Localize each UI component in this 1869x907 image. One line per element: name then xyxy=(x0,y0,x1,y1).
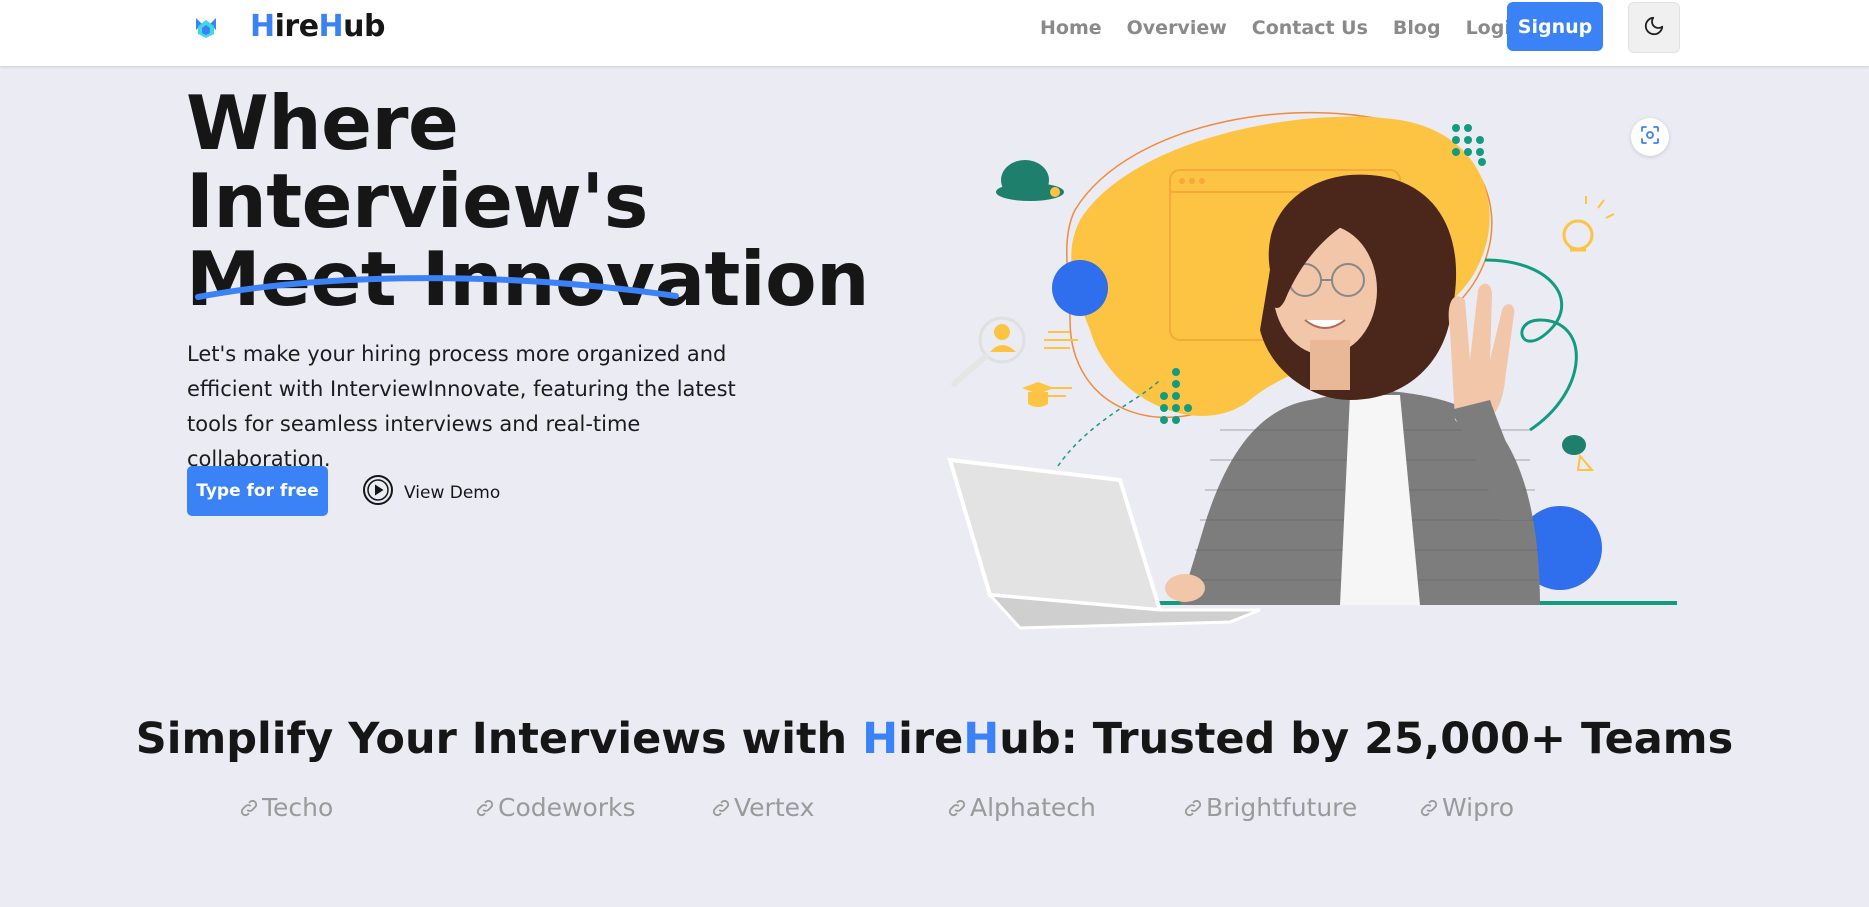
moon-icon xyxy=(1643,15,1665,41)
company-name: Techo xyxy=(262,793,334,822)
company-name: Codeworks xyxy=(498,793,636,822)
trusted-brand-h2: H xyxy=(963,714,1000,764)
focus-scan-icon xyxy=(1640,125,1660,149)
hero-description: Let's make your hiring process more orga… xyxy=(187,342,736,471)
link-icon xyxy=(948,799,966,816)
link-icon xyxy=(1420,799,1438,816)
company-name: Alphatech xyxy=(970,793,1096,822)
link-icon xyxy=(476,799,494,816)
title-underline-decoration xyxy=(195,275,679,300)
type-for-free-button[interactable]: Type for free xyxy=(187,466,328,516)
trusted-prefix: Simplify Your Interviews with xyxy=(135,714,863,764)
trusted-suffix: ub: Trusted by 25,000+ Teams xyxy=(999,714,1734,764)
link-icon xyxy=(712,799,730,816)
trusted-heading: Simplify Your Interviews with HireHub: T… xyxy=(0,714,1869,764)
brand-ub: ub xyxy=(343,9,385,44)
nav-links: Home Overview Contact Us Blog Login xyxy=(1040,15,1549,41)
company-alphatech: Alphatech xyxy=(946,793,1096,822)
nav-link-home[interactable]: Home xyxy=(1040,15,1102,41)
trusted-brand-h1: H xyxy=(862,714,899,764)
signup-button[interactable]: Signup xyxy=(1507,2,1603,51)
brand-name[interactable]: HireHub xyxy=(250,9,385,44)
navbar: HireHub Home Overview Contact Us Blog Lo… xyxy=(0,0,1869,66)
play-circle-icon xyxy=(362,474,394,511)
company-name: Vertex xyxy=(734,793,815,822)
company-name: Brightfuture xyxy=(1206,793,1358,822)
nav-link-overview[interactable]: Overview xyxy=(1127,15,1227,41)
company-name: Wipro xyxy=(1442,793,1515,822)
focus-scan-button[interactable] xyxy=(1631,118,1669,156)
theme-toggle-button[interactable] xyxy=(1628,2,1680,53)
view-demo-label: View Demo xyxy=(404,482,501,503)
company-vertex: Vertex xyxy=(710,793,814,822)
company-wipro: Wipro xyxy=(1418,793,1514,822)
company-brightfuture: Brightfuture xyxy=(1182,793,1357,822)
nav-link-blog[interactable]: Blog xyxy=(1393,15,1441,41)
link-icon xyxy=(240,799,258,816)
view-demo-link[interactable]: View Demo xyxy=(362,474,500,511)
nav-link-contact[interactable]: Contact Us xyxy=(1252,15,1368,41)
company-logos: Techo Codeworks Vertex Alphatech Brightf… xyxy=(238,793,1638,827)
hirehub-logo-icon[interactable] xyxy=(192,14,220,42)
link-icon xyxy=(1184,799,1202,816)
brand-h1: H xyxy=(250,9,275,44)
company-techo: Techo xyxy=(238,793,333,822)
company-codeworks: Codeworks xyxy=(474,793,636,822)
brand-h2: H xyxy=(318,9,344,44)
hero-title-line1: Where Interview's xyxy=(186,79,648,245)
brand-ire: ire xyxy=(274,9,319,44)
hero-illustration xyxy=(947,111,1677,630)
trusted-brand-ire: ire xyxy=(898,714,964,764)
